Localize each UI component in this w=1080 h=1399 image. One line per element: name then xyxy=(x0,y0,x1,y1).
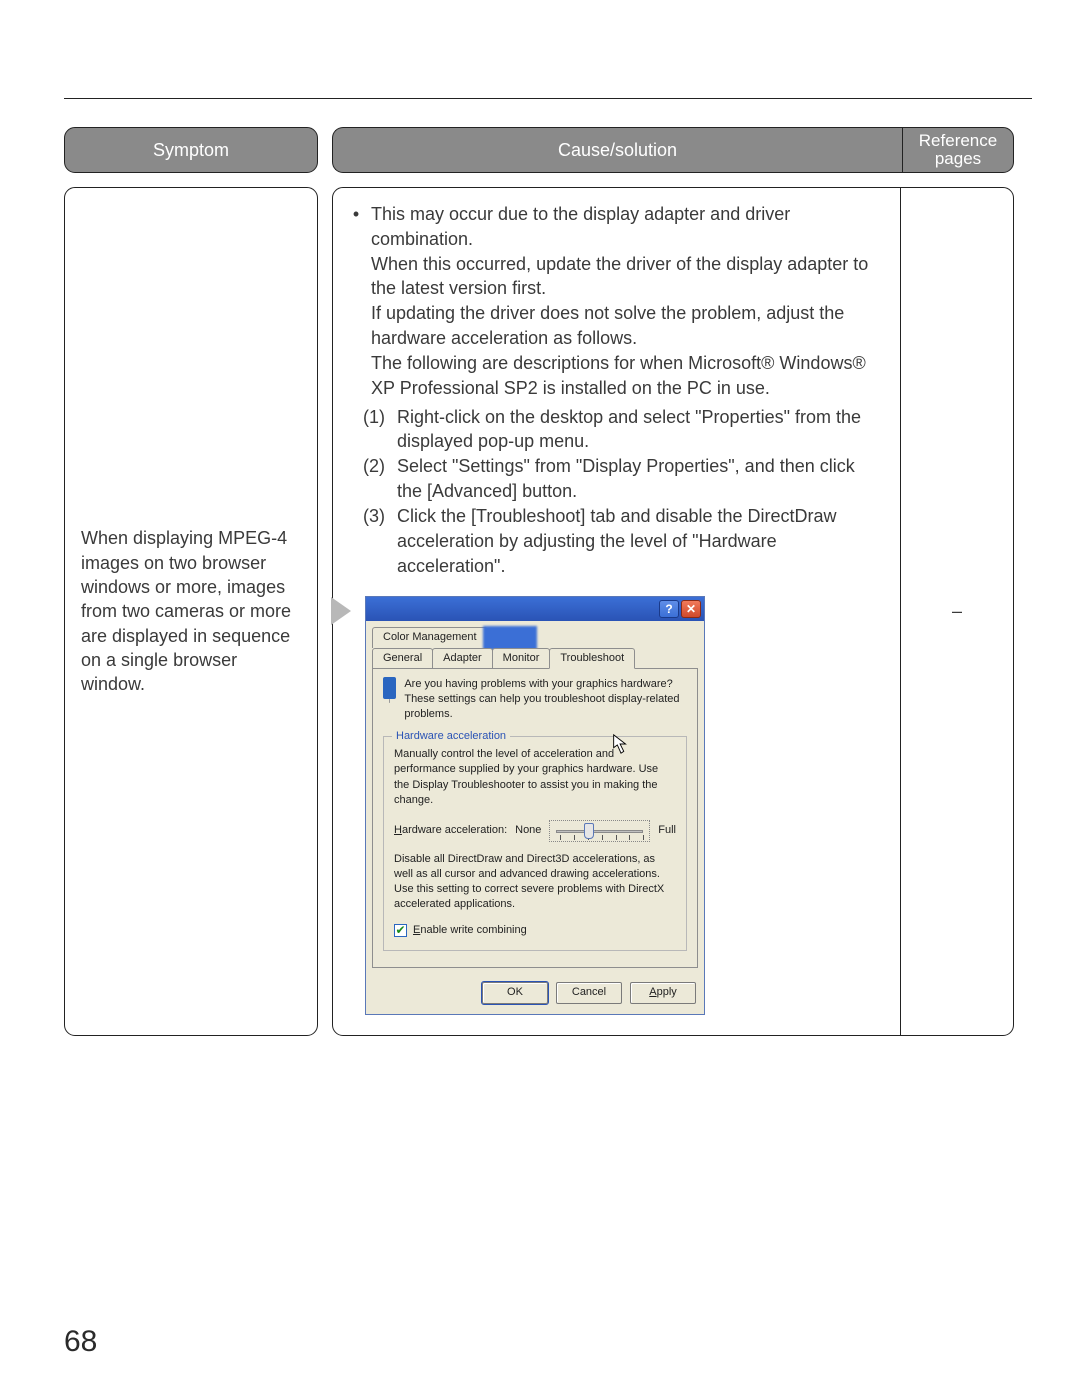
arrow-icon xyxy=(331,597,351,625)
tab-monitor[interactable]: Monitor xyxy=(492,648,551,668)
dialog-intro-text: Are you having problems with your graphi… xyxy=(404,677,687,723)
cause-column: • This may occur due to the display adap… xyxy=(333,188,901,1035)
troubleshoot-dialog: ? ✕ Color Management General Adapter Mon… xyxy=(365,596,705,1014)
help-button[interactable]: ? xyxy=(659,600,679,618)
header-cause: Cause/solution xyxy=(332,127,902,173)
symptom-text: When displaying MPEG-4 images on two bro… xyxy=(81,526,301,696)
step-number: (2) xyxy=(363,454,391,504)
dialog-titlebar: ? ✕ xyxy=(366,597,704,621)
header-symptom: Symptom xyxy=(64,127,318,173)
tab-troubleshoot[interactable]: Troubleshoot xyxy=(549,648,635,669)
dialog-tab-body: Are you having problems with your graphi… xyxy=(372,668,698,968)
table-row: When displaying MPEG-4 images on two bro… xyxy=(64,187,1032,1036)
dialog-tabs: Color Management General Adapter Monitor… xyxy=(366,621,704,667)
slider-none-label: None xyxy=(515,823,541,838)
step-number: (1) xyxy=(363,405,391,455)
reference-column: – xyxy=(901,188,1013,1035)
group-legend: Hardware acceleration xyxy=(392,729,510,744)
write-combining-checkbox[interactable]: ✔ Enable write combining xyxy=(394,923,676,938)
step-number: (3) xyxy=(363,504,391,578)
tab-color-management[interactable]: Color Management xyxy=(372,627,488,647)
cause-lead: This may occur due to the display adapte… xyxy=(371,202,884,401)
cancel-button[interactable]: Cancel xyxy=(556,982,622,1004)
pointer-arrow-icon xyxy=(610,733,632,755)
hardware-acceleration-slider[interactable] xyxy=(549,820,650,842)
tab-adapter[interactable]: Adapter xyxy=(432,648,493,668)
bullet-icon: • xyxy=(349,202,363,401)
slider-label: Hardware acceleration: xyxy=(394,823,507,838)
header-reference: Reference pages xyxy=(902,127,1014,173)
apply-button[interactable]: Apply xyxy=(630,982,696,1004)
checkbox-icon: ✔ xyxy=(394,924,407,937)
page-number: 68 xyxy=(64,1325,97,1359)
ok-button[interactable]: OK xyxy=(482,982,548,1004)
dialog-button-row: OK Cancel Apply xyxy=(366,974,704,1014)
monitor-icon xyxy=(383,677,396,699)
step-text: Right-click on the desktop and select "P… xyxy=(397,405,884,455)
symptom-cell: When displaying MPEG-4 images on two bro… xyxy=(64,187,318,1036)
table-header-row: Symptom Cause/solution Reference pages xyxy=(64,127,1032,173)
hardware-acceleration-group: Hardware acceleration Manually control t… xyxy=(383,736,687,951)
step-text: Select "Settings" from "Display Properti… xyxy=(397,454,884,504)
step-text: Click the [Troubleshoot] tab and disable… xyxy=(397,504,884,578)
group-description: Manually control the level of accelerati… xyxy=(394,747,676,808)
slider-full-label: Full xyxy=(658,823,676,838)
cause-ref-cell: • This may occur due to the display adap… xyxy=(332,187,1014,1036)
header-rule xyxy=(64,98,1032,99)
slider-note: Disable all DirectDraw and Direct3D acce… xyxy=(394,852,676,913)
tab-general[interactable]: General xyxy=(372,648,433,668)
close-button[interactable]: ✕ xyxy=(681,600,701,618)
